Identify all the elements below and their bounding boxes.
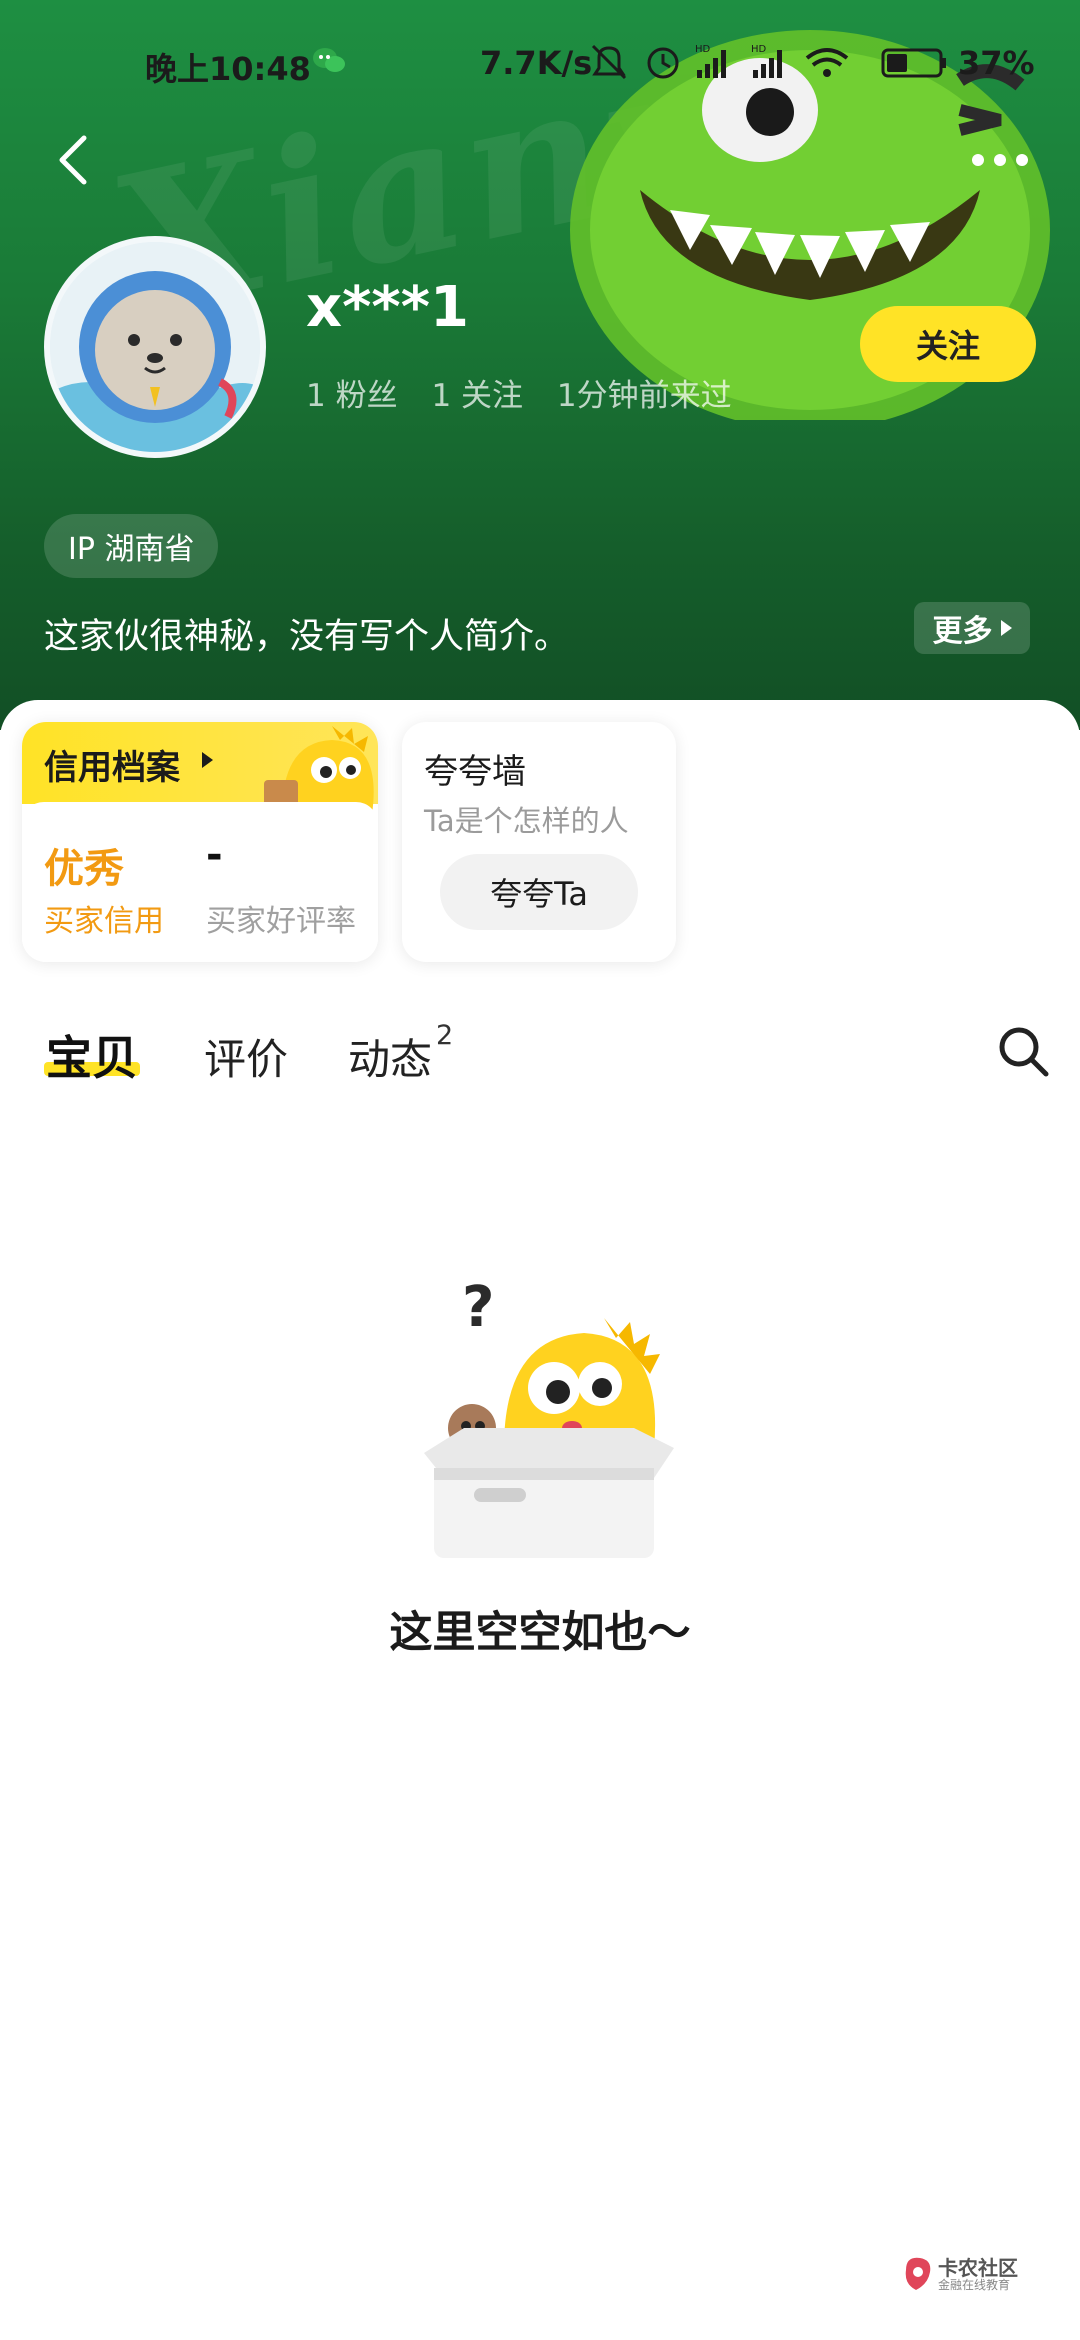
more-dots-icon[interactable] <box>970 145 1030 175</box>
caret-right-icon <box>1000 620 1012 636</box>
credit-archive-card[interactable]: 信用档案 优秀 买家信用 - 买家好评率 <box>22 722 378 962</box>
seal-astronaut-icon <box>50 242 260 452</box>
buyer-credit-value: 优秀 <box>44 846 124 892</box>
username: x***1 <box>306 275 469 340</box>
caret-right-icon <box>202 752 213 768</box>
tab-items[interactable]: 宝贝 <box>46 1022 138 1088</box>
praise-wall-title: 夸夸墙 <box>424 752 526 792</box>
brand-watermark-sub: 金融在线教育 <box>938 2278 1011 2292</box>
signal-hd-1-icon: HD <box>695 44 726 78</box>
fish-mascot-icon <box>264 726 374 814</box>
praise-wall-subtitle: Ta是个怎样的人 <box>424 804 629 838</box>
follow-button[interactable]: 关注 <box>860 306 1036 382</box>
svg-text:?: ? <box>462 1278 494 1340</box>
chevron-left-icon[interactable] <box>52 130 96 190</box>
bio-more-button[interactable]: 更多 <box>914 602 1030 654</box>
buyer-credit-label: 买家信用 <box>44 904 164 939</box>
empty-box-mascot-icon: ? <box>424 1278 674 1558</box>
buyer-rating-value: - <box>206 832 223 878</box>
profile-tabs <box>0 1010 1080 1100</box>
tab-activity[interactable]: 动态 <box>348 1026 432 1087</box>
wechat-icon <box>313 48 345 72</box>
net-speed: 7.7K/s <box>480 44 593 82</box>
mute-icon <box>591 44 627 80</box>
praise-wall-card[interactable]: 夸夸墙 Ta是个怎样的人 夸夸Ta <box>402 722 676 962</box>
tab-activity-badge: 2 <box>436 1020 454 1051</box>
ip-location-badge: IP 湖南省 <box>44 514 219 578</box>
search-icon[interactable] <box>994 1022 1054 1082</box>
battery-icon <box>881 48 946 78</box>
more-label: 更多 <box>932 614 993 649</box>
svg-text:HD: HD <box>695 44 711 55</box>
alarm-icon <box>647 47 679 79</box>
praise-button[interactable]: 夸夸Ta <box>440 854 638 930</box>
status-time: 晚上10:48 <box>145 50 311 88</box>
empty-state-text: 这里空空如也～ <box>389 1608 691 1658</box>
buyer-rating-label: 买家好评率 <box>206 904 356 939</box>
following-count[interactable]: 1 关注 <box>431 378 523 414</box>
tab-reviews[interactable]: 评价 <box>204 1026 288 1087</box>
profile-bio: 这家伙很神秘，没有写个人简介。 <box>44 617 570 657</box>
status-icons: HD HD <box>591 44 946 80</box>
signal-hd-2-icon: HD <box>751 44 782 78</box>
last-seen: 1分钟前来过 <box>556 378 732 414</box>
wifi-icon <box>805 48 849 77</box>
svg-text:HD: HD <box>751 44 767 55</box>
battery-percent: 37% <box>958 44 1035 82</box>
profile-stats: 1 粉丝 1 关注 1分钟前来过 <box>306 370 756 415</box>
avatar[interactable] <box>44 236 266 458</box>
credit-title: 信用档案 <box>44 748 180 788</box>
fans-count[interactable]: 1 粉丝 <box>306 378 398 414</box>
profile-header: Xianyu 晚上10:48 7.7K/s HD HD 37% x***1 1 … <box>0 0 1080 730</box>
status-bar: 晚上10:48 7.7K/s HD HD 37% <box>0 0 1080 130</box>
